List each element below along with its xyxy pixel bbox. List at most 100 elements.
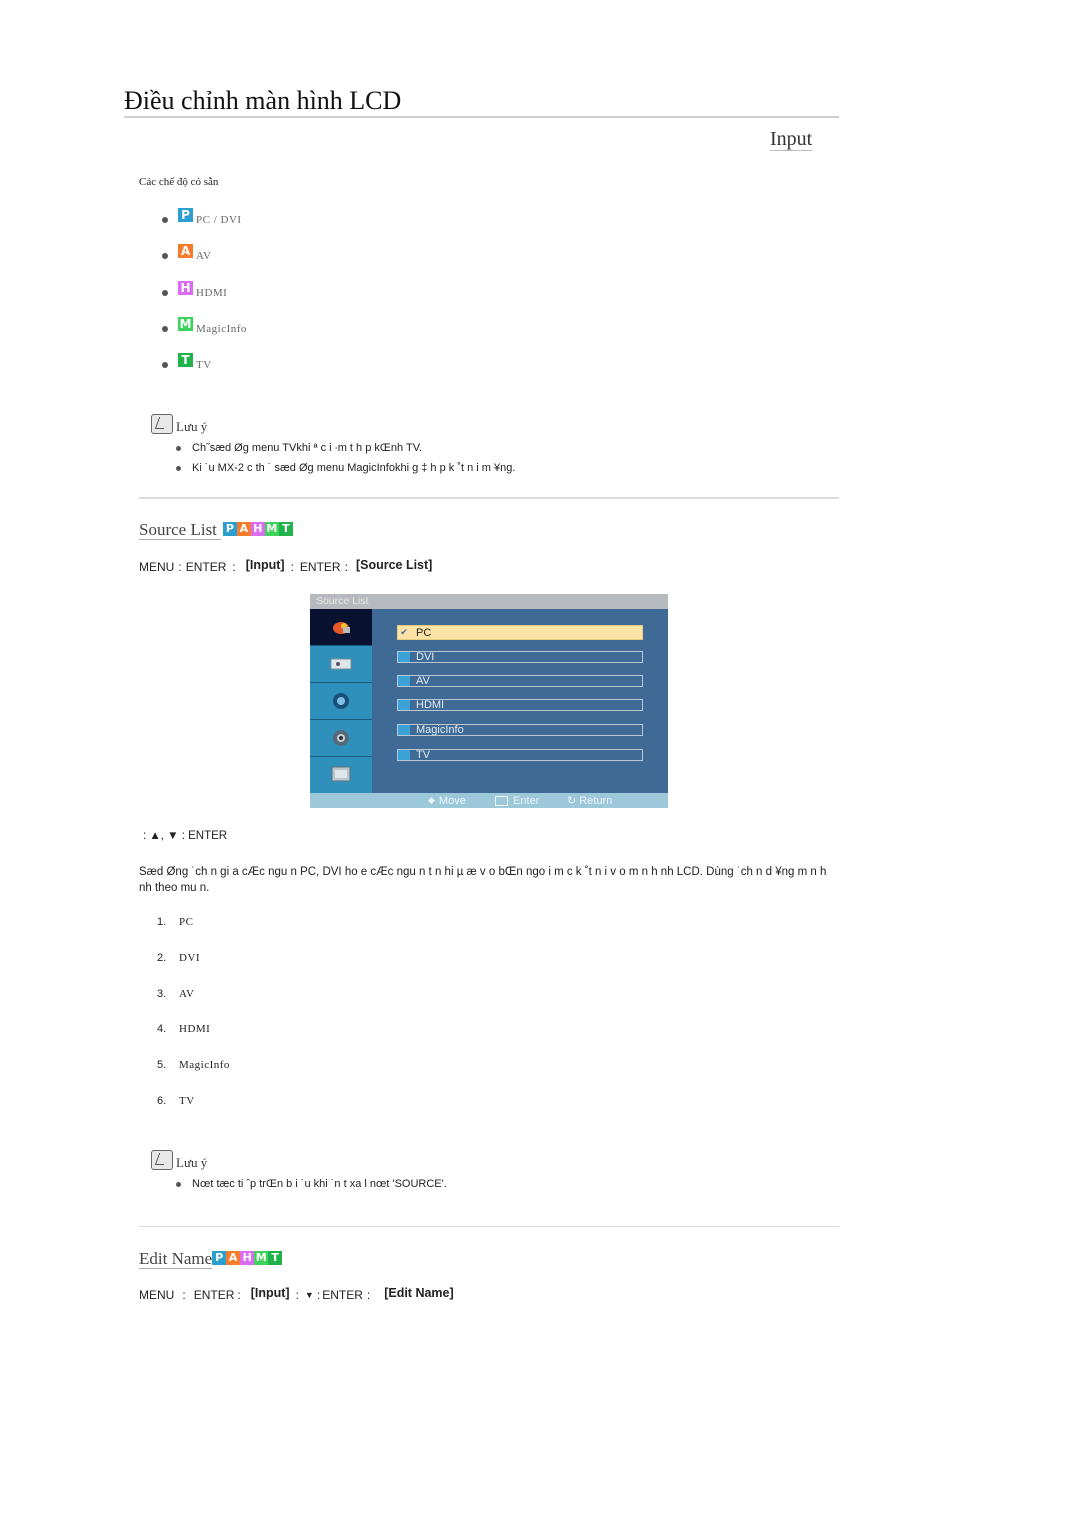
mode-label: AV — [196, 250, 212, 262]
path-separator: : — [366, 1288, 371, 1302]
note-pencil-icon — [151, 414, 173, 434]
osd-source-row-dvi[interactable]: DVI — [397, 651, 643, 663]
path-separator: : — [290, 560, 294, 574]
osd-footer-move: ◆ Move — [428, 795, 466, 807]
note-item: Ki ˙u MX-2 c th ˙ sæd Øg menu MagicInfok… — [176, 462, 515, 474]
note-label: Lưu ý — [176, 1155, 208, 1170]
path-menu: MENU — [139, 560, 175, 574]
osd-tab-setup[interactable] — [310, 720, 372, 757]
badge-h-icon: H — [240, 1250, 255, 1265]
osd-source-row-magicinfo[interactable]: MagicInfo — [397, 724, 643, 736]
note-text: Ch˝sæd Øg menu TVkhi ª c i ∙m t h p kŒnh… — [192, 442, 423, 454]
list-number: 6. — [157, 1095, 167, 1107]
list-number: 5. — [157, 1059, 167, 1071]
osd-footer-return: ↻ Return — [567, 794, 613, 808]
bullet-icon — [162, 290, 168, 296]
bullet-icon — [176, 445, 181, 451]
note-item: Nœt tæc ti ˆp trŒn b i ˙u khi ˙n t xa l … — [176, 1178, 447, 1190]
path-separator: : — [182, 1288, 186, 1302]
badge-m-icon: M — [264, 521, 279, 536]
osd-title: Source List — [310, 594, 668, 609]
monitor-icon — [331, 766, 351, 782]
list-number: 4. — [157, 1023, 167, 1035]
mode-label: MagicInfo — [196, 323, 247, 335]
source-list-title[interactable]: Source List — [139, 521, 221, 540]
bullet-icon — [162, 217, 168, 223]
mode-badge-m-icon: M — [178, 317, 193, 331]
osd-source-list-screen: Source List ✔ PC DVI AV HDMI MagicInfo T… — [310, 594, 668, 808]
row-marker-icon — [398, 725, 410, 735]
note-text: Nœt tæc ti ˆp trŒn b i ˙u khi ˙n t xa l … — [192, 1178, 447, 1190]
title-divider — [124, 116, 839, 118]
osd-tab-picture[interactable] — [310, 646, 372, 683]
path-target: [Edit Name] — [384, 1286, 454, 1300]
footer-label: Return — [579, 794, 613, 807]
badge-m-icon: M — [254, 1250, 269, 1265]
osd-tab-input[interactable] — [310, 609, 372, 646]
row-marker-icon — [398, 676, 410, 686]
up-down-arrow-icon: ◆ — [428, 795, 435, 805]
path-enter: ENTER — [322, 1288, 363, 1302]
input-icon — [333, 622, 350, 634]
osd-row-label: HDMI — [416, 699, 445, 711]
badge-p-icon: P — [212, 1250, 227, 1265]
edit-name-title[interactable]: Edit Name — [139, 1250, 213, 1269]
path-input: [Input] — [250, 1286, 290, 1300]
section-divider — [139, 1226, 839, 1227]
source-list-heading[interactable]: Source List P A H M T — [139, 521, 293, 540]
gear-icon — [333, 730, 349, 746]
mode-badge-p-icon: P — [178, 208, 193, 222]
edit-name-heading[interactable]: Edit Name P A H M T — [139, 1250, 283, 1269]
bullet-icon — [162, 326, 168, 332]
bullet-icon — [176, 1181, 181, 1187]
mode-badge-t-icon: T — [178, 353, 193, 367]
list-number: 1. — [157, 916, 167, 928]
list-text: AV — [179, 988, 195, 1000]
osd-source-row-pc[interactable]: ✔ PC — [397, 625, 643, 640]
path-separator: : — [178, 560, 182, 574]
badge-a-icon: A — [236, 521, 251, 536]
menu-path: MENU : ENTER : [Input] : ▼ : ENTER : [Ed… — [139, 1286, 458, 1302]
return-icon: ↻ — [567, 795, 577, 807]
row-marker-icon — [398, 750, 410, 760]
osd-source-rows: ✔ PC DVI AV HDMI MagicInfo TV — [372, 609, 668, 793]
osd-footer-enter: Enter — [495, 795, 539, 807]
footer-label: Enter — [513, 794, 540, 807]
footer-label: Move — [438, 794, 466, 807]
path-separator: : — [295, 1288, 299, 1302]
osd-source-row-av[interactable]: AV — [397, 675, 643, 687]
osd-side-menu — [310, 609, 372, 793]
path-enter: ENTER — [299, 560, 341, 574]
osd-tab-sound[interactable] — [310, 683, 372, 720]
osd-row-label: PC — [416, 626, 432, 639]
osd-row-label: MagicInfo — [416, 724, 464, 736]
osd-row-label: AV — [416, 675, 430, 687]
list-text: PC — [179, 916, 194, 928]
path-separator: : — [232, 560, 236, 574]
osd-source-row-tv[interactable]: TV — [397, 749, 643, 761]
osd-source-row-hdmi[interactable]: HDMI — [397, 699, 643, 711]
list-item: 4. HDMI — [157, 1023, 210, 1035]
osd-row-label: DVI — [416, 651, 435, 663]
badge-t-icon: T — [278, 521, 293, 536]
mode-item: M MagicInfo — [162, 317, 247, 335]
path-separator: : — [237, 1288, 241, 1302]
note-item: Ch˝sæd Øg menu TVkhi ª c i ∙m t h p kŒnh… — [176, 442, 422, 454]
path-menu: MENU — [139, 1288, 175, 1302]
osd-tab-multi-control[interactable] — [310, 757, 372, 793]
mode-label: PC / DVI — [196, 214, 242, 226]
badge-a-icon: A — [226, 1250, 241, 1265]
mode-item: A AV — [162, 244, 212, 262]
list-text: HDMI — [179, 1023, 211, 1035]
picture-icon — [330, 658, 352, 670]
list-text: TV — [179, 1095, 195, 1107]
path-enter: ENTER — [193, 1288, 235, 1302]
down-arrow-icon: ▼ — [304, 1290, 314, 1300]
mode-label: HDMI — [196, 287, 228, 299]
osd-footer: ◆ Move Enter ↻ Return — [310, 793, 668, 808]
row-marker-icon — [398, 652, 410, 662]
list-number: 3. — [157, 988, 167, 1000]
note-heading: Lưu ý — [151, 1149, 207, 1171]
list-item: 2. DVI — [157, 952, 200, 964]
path-target: [Source List] — [355, 558, 433, 572]
